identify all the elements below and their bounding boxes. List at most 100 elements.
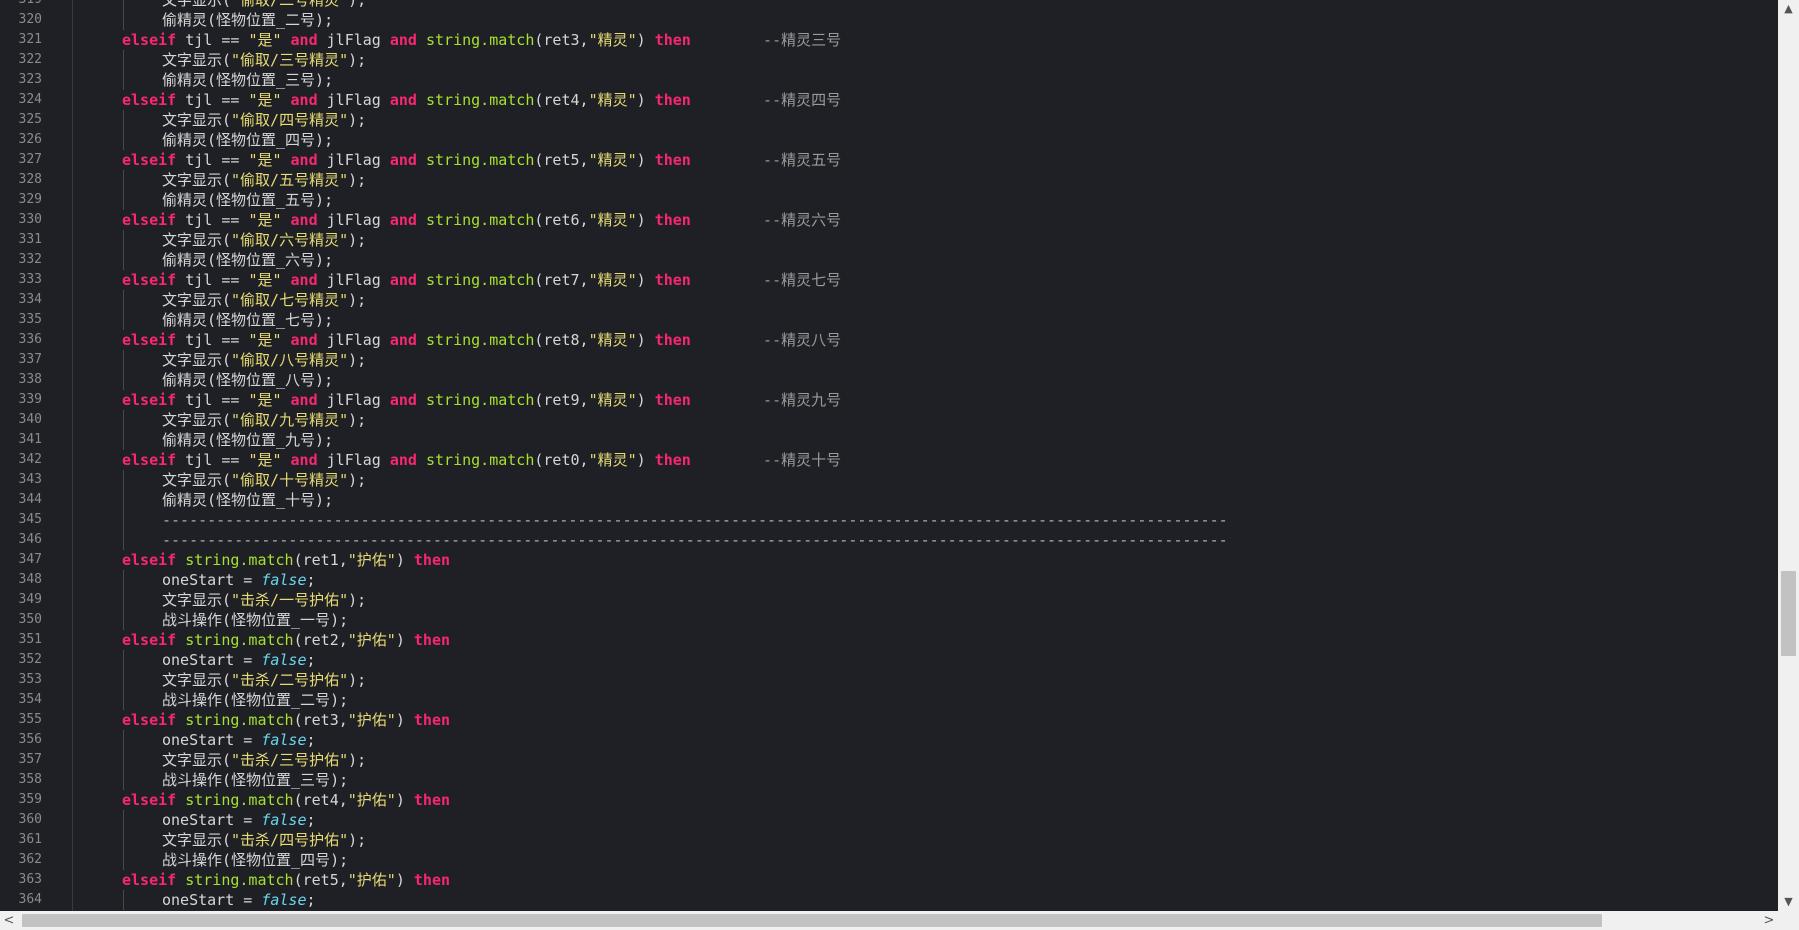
code-line[interactable]: 350 战斗操作(怪物位置_一号); bbox=[0, 610, 1778, 630]
code-line[interactable]: 332 偷精灵(怪物位置_六号); bbox=[0, 250, 1778, 270]
code-text[interactable]: oneStart = false; bbox=[162, 810, 316, 830]
code-text[interactable]: 文字显示("偷取/十号精灵"); bbox=[162, 470, 366, 490]
code-line[interactable]: 333 elseif tjl == "是" and jlFlag and stri… bbox=[0, 270, 1778, 290]
code-text[interactable]: 偷精灵(怪物位置_三号); bbox=[162, 70, 333, 90]
code-line[interactable]: 328 文字显示("偷取/五号精灵"); bbox=[0, 170, 1778, 190]
code-line[interactable]: 322 文字显示("偷取/三号精灵"); bbox=[0, 50, 1778, 70]
code-line[interactable]: 324 elseif tjl == "是" and jlFlag and stri… bbox=[0, 90, 1778, 110]
code-text[interactable]: 文字显示("偷取/三号精灵"); bbox=[162, 50, 366, 70]
code-text[interactable]: oneStart = false; bbox=[162, 570, 316, 590]
code-line[interactable]: 325 文字显示("偷取/四号精灵"); bbox=[0, 110, 1778, 130]
code-line[interactable]: 352 oneStart = false; bbox=[0, 650, 1778, 670]
code-line[interactable]: 342 elseif tjl == "是" and jlFlag and stri… bbox=[0, 450, 1778, 470]
scroll-down-icon[interactable]: ▼ bbox=[1778, 893, 1799, 911]
code-text[interactable]: 偷精灵(怪物位置_九号); bbox=[162, 430, 333, 450]
code-text[interactable]: elseif tjl == "是" and jlFlag and string.… bbox=[122, 270, 841, 290]
code-line[interactable]: 331 文字显示("偷取/六号精灵"); bbox=[0, 230, 1778, 250]
code-text[interactable]: 文字显示("击杀/二号护佑"); bbox=[162, 670, 366, 690]
code-line[interactable]: 343 文字显示("偷取/十号精灵"); bbox=[0, 470, 1778, 490]
code-text[interactable]: 文字显示("偷取/八号精灵"); bbox=[162, 350, 366, 370]
code-editor[interactable]: 319文字显示("偷取/二号精灵");320偷精灵(怪物位置_二号);321el… bbox=[0, 0, 1778, 911]
code-text[interactable]: elseif string.match(ret5,"护佑") then bbox=[122, 870, 450, 890]
vertical-scrollbar[interactable]: ▲ ▼ bbox=[1778, 0, 1799, 911]
code-line[interactable]: 330 elseif tjl == "是" and jlFlag and stri… bbox=[0, 210, 1778, 230]
code-line[interactable]: 339 elseif tjl == "是" and jlFlag and stri… bbox=[0, 390, 1778, 410]
code-line[interactable]: 321 elseif tjl == "是" and jlFlag and stri… bbox=[0, 30, 1778, 50]
code-text[interactable]: 文字显示("偷取/七号精灵"); bbox=[162, 290, 366, 310]
code-line[interactable]: 323 偷精灵(怪物位置_三号); bbox=[0, 70, 1778, 90]
code-text[interactable]: 偷精灵(怪物位置_八号); bbox=[162, 370, 333, 390]
code-text[interactable]: 偷精灵(怪物位置_四号); bbox=[162, 130, 333, 150]
code-text[interactable]: 偷精灵(怪物位置_二号); bbox=[162, 10, 333, 30]
code-line[interactable]: 362 战斗操作(怪物位置_四号); bbox=[0, 850, 1778, 870]
code-line[interactable]: 356 oneStart = false; bbox=[0, 730, 1778, 750]
code-line[interactable]: 364 oneStart = false; bbox=[0, 890, 1778, 910]
code-line[interactable]: 355 elseif string.match(ret3,"护佑") then bbox=[0, 710, 1778, 730]
code-text[interactable]: oneStart = false; bbox=[162, 730, 316, 750]
code-text[interactable]: elseif tjl == "是" and jlFlag and string.… bbox=[122, 30, 841, 50]
code-text[interactable]: oneStart = false; bbox=[162, 650, 316, 670]
code-line[interactable]: 359 elseif string.match(ret4,"护佑") then bbox=[0, 790, 1778, 810]
code-line[interactable]: 341 偷精灵(怪物位置_九号); bbox=[0, 430, 1778, 450]
code-line[interactable]: 363 elseif string.match(ret5,"护佑") then bbox=[0, 870, 1778, 890]
code-line[interactable]: 340 文字显示("偷取/九号精灵"); bbox=[0, 410, 1778, 430]
code-line[interactable]: 335 偷精灵(怪物位置_七号); bbox=[0, 310, 1778, 330]
code-line[interactable]: 349 文字显示("击杀/一号护佑"); bbox=[0, 590, 1778, 610]
code-text[interactable]: 文字显示("偷取/二号精灵"); bbox=[162, 0, 366, 10]
scroll-right-icon[interactable]: > bbox=[1760, 911, 1778, 930]
code-text[interactable]: elseif tjl == "是" and jlFlag and string.… bbox=[122, 150, 841, 170]
code-text[interactable]: 文字显示("击杀/四号护佑"); bbox=[162, 830, 366, 850]
code-text[interactable]: 偷精灵(怪物位置_十号); bbox=[162, 490, 333, 510]
code-line[interactable]: 345 -------------------------------------… bbox=[0, 510, 1778, 530]
code-line[interactable]: 354 战斗操作(怪物位置_二号); bbox=[0, 690, 1778, 710]
code-text[interactable]: elseif tjl == "是" and jlFlag and string.… bbox=[122, 90, 841, 110]
code-line[interactable]: 358 战斗操作(怪物位置_三号); bbox=[0, 770, 1778, 790]
code-text[interactable]: ----------------------------------------… bbox=[162, 510, 1228, 530]
scroll-up-icon[interactable]: ▲ bbox=[1778, 0, 1799, 18]
code-text[interactable]: elseif string.match(ret3,"护佑") then bbox=[122, 710, 450, 730]
code-text[interactable]: elseif tjl == "是" and jlFlag and string.… bbox=[122, 450, 841, 470]
code-line[interactable]: 361 文字显示("击杀/四号护佑"); bbox=[0, 830, 1778, 850]
horizontal-scroll-thumb[interactable] bbox=[22, 914, 1602, 927]
code-line[interactable]: 337 文字显示("偷取/八号精灵"); bbox=[0, 350, 1778, 370]
code-line[interactable]: 338 偷精灵(怪物位置_八号); bbox=[0, 370, 1778, 390]
code-line[interactable]: 329 偷精灵(怪物位置_五号); bbox=[0, 190, 1778, 210]
code-text[interactable]: ----------------------------------------… bbox=[162, 530, 1228, 550]
code-text[interactable]: elseif string.match(ret1,"护佑") then bbox=[122, 550, 450, 570]
code-line[interactable]: 334 文字显示("偷取/七号精灵"); bbox=[0, 290, 1778, 310]
code-text[interactable]: 偷精灵(怪物位置_五号); bbox=[162, 190, 333, 210]
code-text[interactable]: elseif tjl == "是" and jlFlag and string.… bbox=[122, 390, 841, 410]
code-text[interactable]: 文字显示("偷取/九号精灵"); bbox=[162, 410, 366, 430]
code-text[interactable]: 文字显示("击杀/三号护佑"); bbox=[162, 750, 366, 770]
code-line[interactable]: 360 oneStart = false; bbox=[0, 810, 1778, 830]
scroll-left-icon[interactable]: < bbox=[0, 911, 18, 930]
code-line[interactable]: 348 oneStart = false; bbox=[0, 570, 1778, 590]
code-line[interactable]: 353 文字显示("击杀/二号护佑"); bbox=[0, 670, 1778, 690]
code-text[interactable]: 战斗操作(怪物位置_一号); bbox=[162, 610, 348, 630]
code-line[interactable]: 336 elseif tjl == "是" and jlFlag and stri… bbox=[0, 330, 1778, 350]
code-text[interactable]: 战斗操作(怪物位置_三号); bbox=[162, 770, 348, 790]
vertical-scroll-thumb[interactable] bbox=[1781, 571, 1796, 656]
code-text[interactable]: elseif string.match(ret2,"护佑") then bbox=[122, 630, 450, 650]
code-line[interactable]: 327 elseif tjl == "是" and jlFlag and stri… bbox=[0, 150, 1778, 170]
code-lines[interactable]: 319文字显示("偷取/二号精灵");320偷精灵(怪物位置_二号);321el… bbox=[0, 0, 1778, 910]
code-text[interactable]: 战斗操作(怪物位置_二号); bbox=[162, 690, 348, 710]
code-line[interactable]: 346 -------------------------------------… bbox=[0, 530, 1778, 550]
code-text[interactable]: elseif string.match(ret4,"护佑") then bbox=[122, 790, 450, 810]
code-text[interactable]: 文字显示("击杀/一号护佑"); bbox=[162, 590, 366, 610]
code-text[interactable]: 偷精灵(怪物位置_七号); bbox=[162, 310, 333, 330]
code-text[interactable]: 文字显示("偷取/四号精灵"); bbox=[162, 110, 366, 130]
code-text[interactable]: 战斗操作(怪物位置_四号); bbox=[162, 850, 348, 870]
code-text[interactable]: elseif tjl == "是" and jlFlag and string.… bbox=[122, 210, 841, 230]
code-text[interactable]: elseif tjl == "是" and jlFlag and string.… bbox=[122, 330, 841, 350]
code-line[interactable]: 344 偷精灵(怪物位置_十号); bbox=[0, 490, 1778, 510]
code-text[interactable]: 文字显示("偷取/六号精灵"); bbox=[162, 230, 366, 250]
code-text[interactable]: oneStart = false; bbox=[162, 890, 316, 910]
horizontal-scrollbar[interactable]: < > bbox=[0, 911, 1778, 930]
code-line[interactable]: 351 elseif string.match(ret2,"护佑") then bbox=[0, 630, 1778, 650]
code-line[interactable]: 320 偷精灵(怪物位置_二号); bbox=[0, 10, 1778, 30]
code-line[interactable]: 357 文字显示("击杀/三号护佑"); bbox=[0, 750, 1778, 770]
code-line[interactable]: 326 偷精灵(怪物位置_四号); bbox=[0, 130, 1778, 150]
code-text[interactable]: 文字显示("偷取/五号精灵"); bbox=[162, 170, 366, 190]
code-text[interactable]: 偷精灵(怪物位置_六号); bbox=[162, 250, 333, 270]
